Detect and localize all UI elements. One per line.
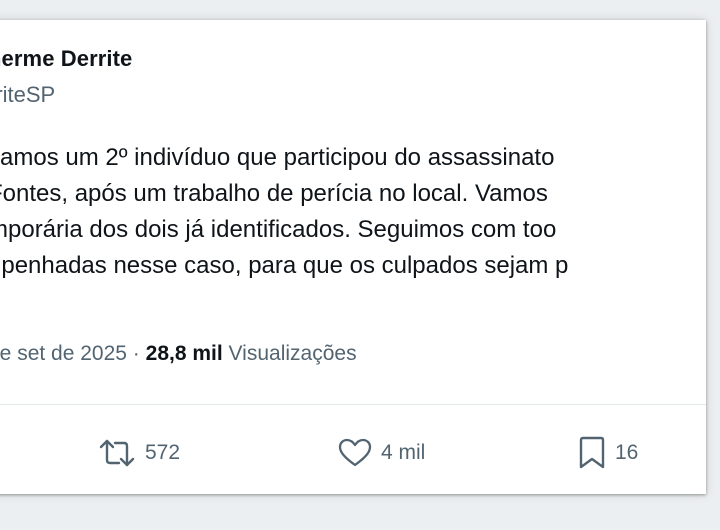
bookmark-count: 16 [615, 441, 639, 464]
bookmark-button[interactable]: 16 [578, 428, 638, 478]
retweet-icon [98, 438, 136, 468]
bookmark-icon [578, 436, 606, 470]
post-card: herme Derrite rriteSP camos um 2º indiví… [0, 20, 706, 494]
heart-icon [338, 438, 372, 468]
post-text-line: Fontes, após um trabalho de perícia no l… [0, 180, 548, 207]
author-name[interactable]: herme Derrite [0, 46, 132, 72]
like-count: 4 mil [381, 441, 426, 464]
meta-separator: · [132, 342, 140, 365]
retweet-button[interactable]: 572 [98, 428, 180, 478]
post-date[interactable]: de set de 2025 [0, 342, 127, 365]
views-count: 28,8 mil [145, 342, 223, 365]
like-button[interactable]: 4 mil [338, 428, 425, 478]
action-bar: 572 4 mil 16 [0, 428, 706, 478]
post-text-line: mporária dos dois já identificados. Segu… [0, 216, 557, 243]
author-handle[interactable]: rriteSP [0, 82, 55, 108]
post-text-line: camos um 2º indivíduo que participou do … [0, 144, 555, 171]
views-label: Visualizações [228, 342, 357, 365]
retweet-count: 572 [145, 441, 181, 464]
post-meta: de set de 2025 · 28,8 mil Visualizações [0, 342, 357, 366]
post-text: camos um 2º indivíduo que participou do … [0, 140, 568, 284]
post-text-line: npenhadas nesse caso, para que os culpad… [0, 252, 569, 279]
divider [0, 404, 706, 405]
